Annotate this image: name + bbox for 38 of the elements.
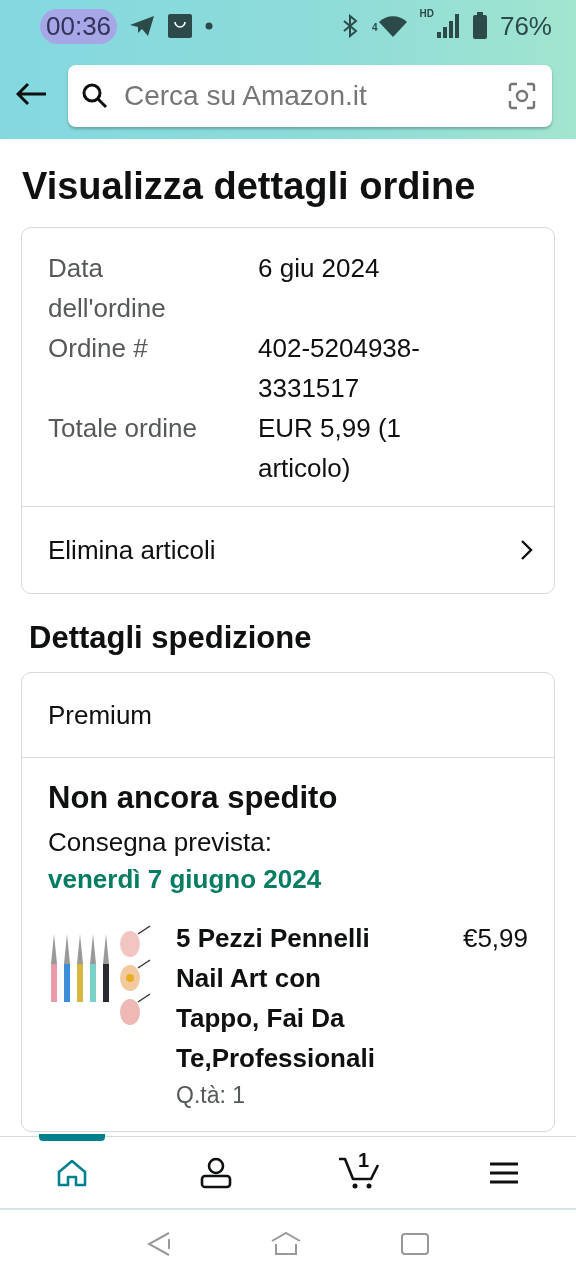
search-icon (82, 82, 108, 109)
signal-icon (435, 13, 460, 39)
camera-scan-icon[interactable] (508, 81, 536, 110)
summary-value: EUR 5,99 (1 articolo) (258, 412, 403, 485)
wifi-label: 4 (371, 22, 378, 33)
summary-label: Totale ordine (48, 412, 198, 445)
cart-count: 1 (358, 1148, 370, 1172)
section-heading: Dettagli spedizione (29, 620, 313, 656)
cart-tab[interactable]: 1 (288, 1137, 432, 1208)
chevron-right-icon (520, 539, 534, 561)
paper-plane-icon (129, 15, 156, 37)
dot-icon (205, 22, 214, 30)
shipping-service: Premium (22, 673, 554, 758)
menu-icon (489, 1160, 519, 1185)
shopping-bag-icon (167, 13, 194, 39)
search-bar[interactable]: Cerca su Amazon.it (68, 64, 552, 127)
product-name-link[interactable]: 5 Pezzi Pennelli Nail Art con Tappo, Fai Da Te,Professionali (176, 918, 411, 1078)
battery-icon (471, 12, 488, 40)
delete-items-row[interactable]: Elimina articoli (22, 506, 554, 593)
delivery-label: Consegna prevista: (48, 826, 274, 859)
wifi-icon (377, 14, 408, 38)
summary-label: Data dell'ordine (48, 252, 167, 325)
person-icon (200, 1156, 232, 1189)
network-label: HD (419, 8, 434, 19)
search-field[interactable]: Cerca su Amazon.it (122, 78, 494, 113)
row-label: Elimina articoli (48, 534, 216, 566)
page-title: Visualizza dettagli ordine (22, 164, 477, 209)
delivery-date: venerdì 7 giugno 2024 (48, 863, 323, 896)
product-price: €5,99 (462, 922, 528, 955)
summary-value: 402-5204938-3331517 (258, 332, 421, 405)
summary-value: 6 giu 2024 (258, 252, 381, 285)
battery-percent: 76% (499, 10, 552, 42)
summary-label: Ordine # (48, 332, 149, 365)
clock: 00:36 (40, 8, 118, 44)
quantity: Q.tà: 1 (176, 1082, 247, 1109)
system-recents-button[interactable] (401, 1232, 429, 1258)
shipment-status: Non ancora spedito (48, 780, 339, 816)
home-icon (57, 1158, 87, 1187)
